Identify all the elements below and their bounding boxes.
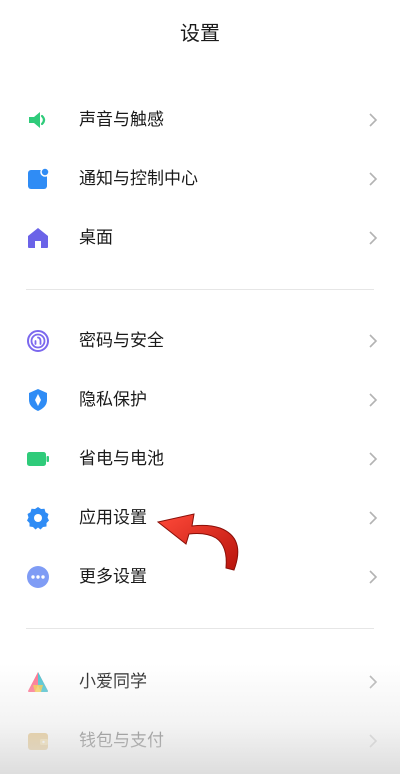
- home-icon: [26, 226, 50, 250]
- chevron-right-icon: [368, 333, 378, 349]
- xiaoai-icon: [26, 670, 50, 694]
- row-label-app-settings: 应用设置: [79, 507, 147, 528]
- settings-item-battery[interactable]: 省电与电池: [0, 429, 400, 488]
- chevron-right-icon: [368, 569, 378, 585]
- gear-icon: [26, 506, 50, 530]
- settings-item-privacy[interactable]: 隐私保护: [0, 370, 400, 429]
- settings-item-desktop[interactable]: 桌面: [0, 208, 400, 267]
- chevron-right-icon: [368, 230, 378, 246]
- settings-item-wallet[interactable]: 钱包与支付: [0, 711, 400, 770]
- row-label-wallet: 钱包与支付: [79, 730, 164, 751]
- settings-screen: 显示 设置 声音与触感 通知与控制中心: [0, 0, 400, 774]
- chevron-right-icon: [368, 451, 378, 467]
- row-label-sound: 声音与触感: [79, 109, 164, 130]
- privacy-shield-icon: [26, 388, 50, 412]
- top-bar: 设置: [0, 0, 400, 64]
- row-label-battery: 省电与电池: [79, 448, 164, 469]
- row-label-password-security: 密码与安全: [79, 330, 164, 351]
- row-label-privacy: 隐私保护: [79, 389, 147, 410]
- battery-icon: [26, 447, 50, 471]
- page-title: 设置: [180, 21, 220, 45]
- settings-item-sound[interactable]: 声音与触感: [0, 90, 400, 149]
- chevron-right-icon: [368, 733, 378, 749]
- chevron-right-icon: [368, 392, 378, 408]
- section-divider: [26, 289, 374, 290]
- wallet-icon: [26, 729, 50, 753]
- row-label-more-settings: 更多设置: [79, 566, 147, 587]
- settings-item-notifications[interactable]: 通知与控制中心: [0, 149, 400, 208]
- chevron-right-icon: [368, 171, 378, 187]
- row-label-xiaoai: 小爱同学: [79, 671, 147, 692]
- row-label-notifications: 通知与控制中心: [79, 168, 198, 189]
- row-label-desktop: 桌面: [79, 227, 113, 248]
- notification-icon: [26, 166, 50, 191]
- chevron-right-icon: [368, 510, 378, 526]
- chevron-right-icon: [368, 674, 378, 690]
- red-arrow-annotation-icon: [156, 513, 239, 571]
- settings-item-xiaoai[interactable]: 小爱同学: [0, 652, 400, 711]
- section-divider: [26, 628, 374, 629]
- chevron-right-icon: [368, 112, 378, 128]
- speaker-icon: [26, 108, 50, 132]
- fingerprint-icon: [26, 329, 50, 353]
- more-dots-icon: [26, 565, 50, 589]
- settings-item-password-security[interactable]: 密码与安全: [0, 311, 400, 370]
